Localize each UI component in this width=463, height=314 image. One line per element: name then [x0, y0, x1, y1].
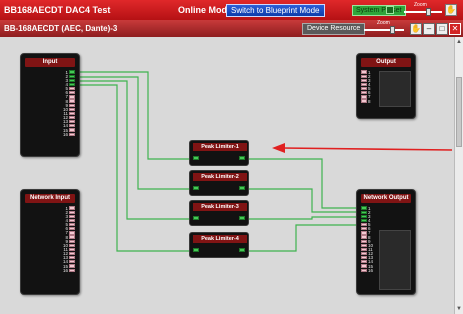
- mode-label: Online Mode: [178, 5, 232, 15]
- device-zoom-knob[interactable]: [390, 26, 395, 34]
- peak-limiter-4[interactable]: Peak Limiter-4: [189, 232, 249, 258]
- device-zoom-label: Zoom: [377, 20, 390, 26]
- app-title-bar: BB168AECDT DAC4 Test Online Mode Switch …: [0, 0, 463, 20]
- minimize-icon[interactable]: –: [423, 23, 435, 35]
- app-title: BB168AECDT DAC4 Test: [4, 5, 111, 15]
- output-block-title: Output: [361, 58, 411, 67]
- vertical-scrollbar[interactable]: ▲ ▼: [454, 37, 463, 314]
- network-input-port-16[interactable]: 16: [61, 268, 75, 273]
- output-port-8[interactable]: 8: [353, 99, 375, 104]
- peak-limiter-1[interactable]: Peak Limiter-1: [189, 140, 249, 166]
- hand-tool-icon[interactable]: ✋: [410, 23, 422, 35]
- peak-limiter-3[interactable]: Peak Limiter-3: [189, 200, 249, 226]
- device-zoom-slider[interactable]: Zoom: [362, 20, 408, 36]
- wire-input4-limiter4: [78, 84, 192, 252]
- wire-limiter4-netout4: [246, 224, 360, 252]
- network-output-port-16[interactable]: 16: [353, 268, 375, 273]
- peak-limiter-2-input-port[interactable]: [193, 186, 199, 190]
- scroll-down-icon[interactable]: ▼: [455, 305, 463, 313]
- hand-tool-icon[interactable]: ✋: [445, 4, 457, 16]
- input-block-title: Input: [25, 58, 75, 67]
- peak-limiter-4-input-port[interactable]: [193, 248, 199, 252]
- input-port-list: 1 2 3 4 5 6 7 8 9 10 11 12 13 14 15 16: [61, 70, 75, 137]
- wire-input2-limiter2: [78, 76, 192, 190]
- peak-limiter-1-input-port[interactable]: [193, 156, 199, 160]
- peak-limiter-1-title: Peak Limiter-1: [193, 143, 247, 151]
- wire-input3-limiter3: [78, 80, 192, 220]
- peak-limiter-3-title: Peak Limiter-3: [193, 203, 247, 211]
- device-resource-button[interactable]: Device Resource: [302, 23, 366, 35]
- device-zoom-track[interactable]: [364, 29, 404, 31]
- network-output-block-title: Network Output: [361, 194, 411, 203]
- zoom-label: Zoom: [414, 2, 427, 8]
- network-input-port-list: 1 2 3 4 5 6 7 8 9 10 11 12 13 14 15 16: [61, 206, 75, 273]
- network-input-block[interactable]: Network Input 1 2 3 4 5 6 7 8 9 10 11 12…: [20, 189, 80, 295]
- wire-limiter3-netout3: [246, 216, 360, 220]
- close-icon[interactable]: ✕: [449, 23, 461, 35]
- peak-limiter-2[interactable]: Peak Limiter-2: [189, 170, 249, 196]
- zoom-slider[interactable]: Zoom: [402, 2, 444, 17]
- output-port-list: 1 2 3 4 5 6 7 8: [353, 70, 375, 104]
- zoom-knob[interactable]: [426, 8, 431, 16]
- preset-grid-icon[interactable]: [386, 6, 394, 14]
- scroll-up-icon[interactable]: ▲: [455, 38, 463, 46]
- network-input-block-title: Network Input: [25, 194, 75, 203]
- input-port-16[interactable]: 16: [61, 132, 75, 137]
- peak-limiter-2-title: Peak Limiter-2: [193, 173, 247, 181]
- network-output-port-list: 1 2 3 4 5 6 7 8 9 10 11 12 13 14 15 16: [353, 206, 375, 273]
- peak-limiter-4-output-port[interactable]: [239, 248, 245, 252]
- peak-limiter-4-title: Peak Limiter-4: [193, 235, 247, 243]
- device-window-title: BB-168AECDT (AEC, Dante)-3: [4, 24, 118, 33]
- design-canvas[interactable]: Input 1 2 3 4 5 6 7 8 9 10 11 12 13 14 1…: [0, 37, 454, 314]
- output-inner-panel: [379, 71, 411, 107]
- peak-limiter-2-output-port[interactable]: [239, 186, 245, 190]
- network-output-inner-panel: [379, 230, 411, 290]
- input-block[interactable]: Input 1 2 3 4 5 6 7 8 9 10 11 12 13 14 1…: [20, 53, 80, 157]
- annotation-arrow-head: [272, 143, 285, 153]
- switch-to-blueprint-button[interactable]: Switch to Blueprint Mode: [226, 4, 325, 17]
- peak-limiter-3-input-port[interactable]: [193, 216, 199, 220]
- system-preset-button[interactable]: System Preset: [352, 5, 406, 16]
- maximize-icon[interactable]: □: [436, 23, 448, 35]
- peak-limiter-3-output-port[interactable]: [239, 216, 245, 220]
- network-output-block[interactable]: Network Output 1 2 3 4 5 6 7 8 9 10 11 1…: [356, 189, 416, 295]
- zoom-track[interactable]: [404, 11, 442, 13]
- wire-limiter1-netout1: [246, 158, 360, 209]
- output-block[interactable]: Output 1 2 3 4 5 6 7 8: [356, 53, 416, 119]
- annotation-arrow-line: [281, 147, 453, 151]
- scroll-thumb[interactable]: [456, 77, 462, 147]
- peak-limiter-1-output-port[interactable]: [239, 156, 245, 160]
